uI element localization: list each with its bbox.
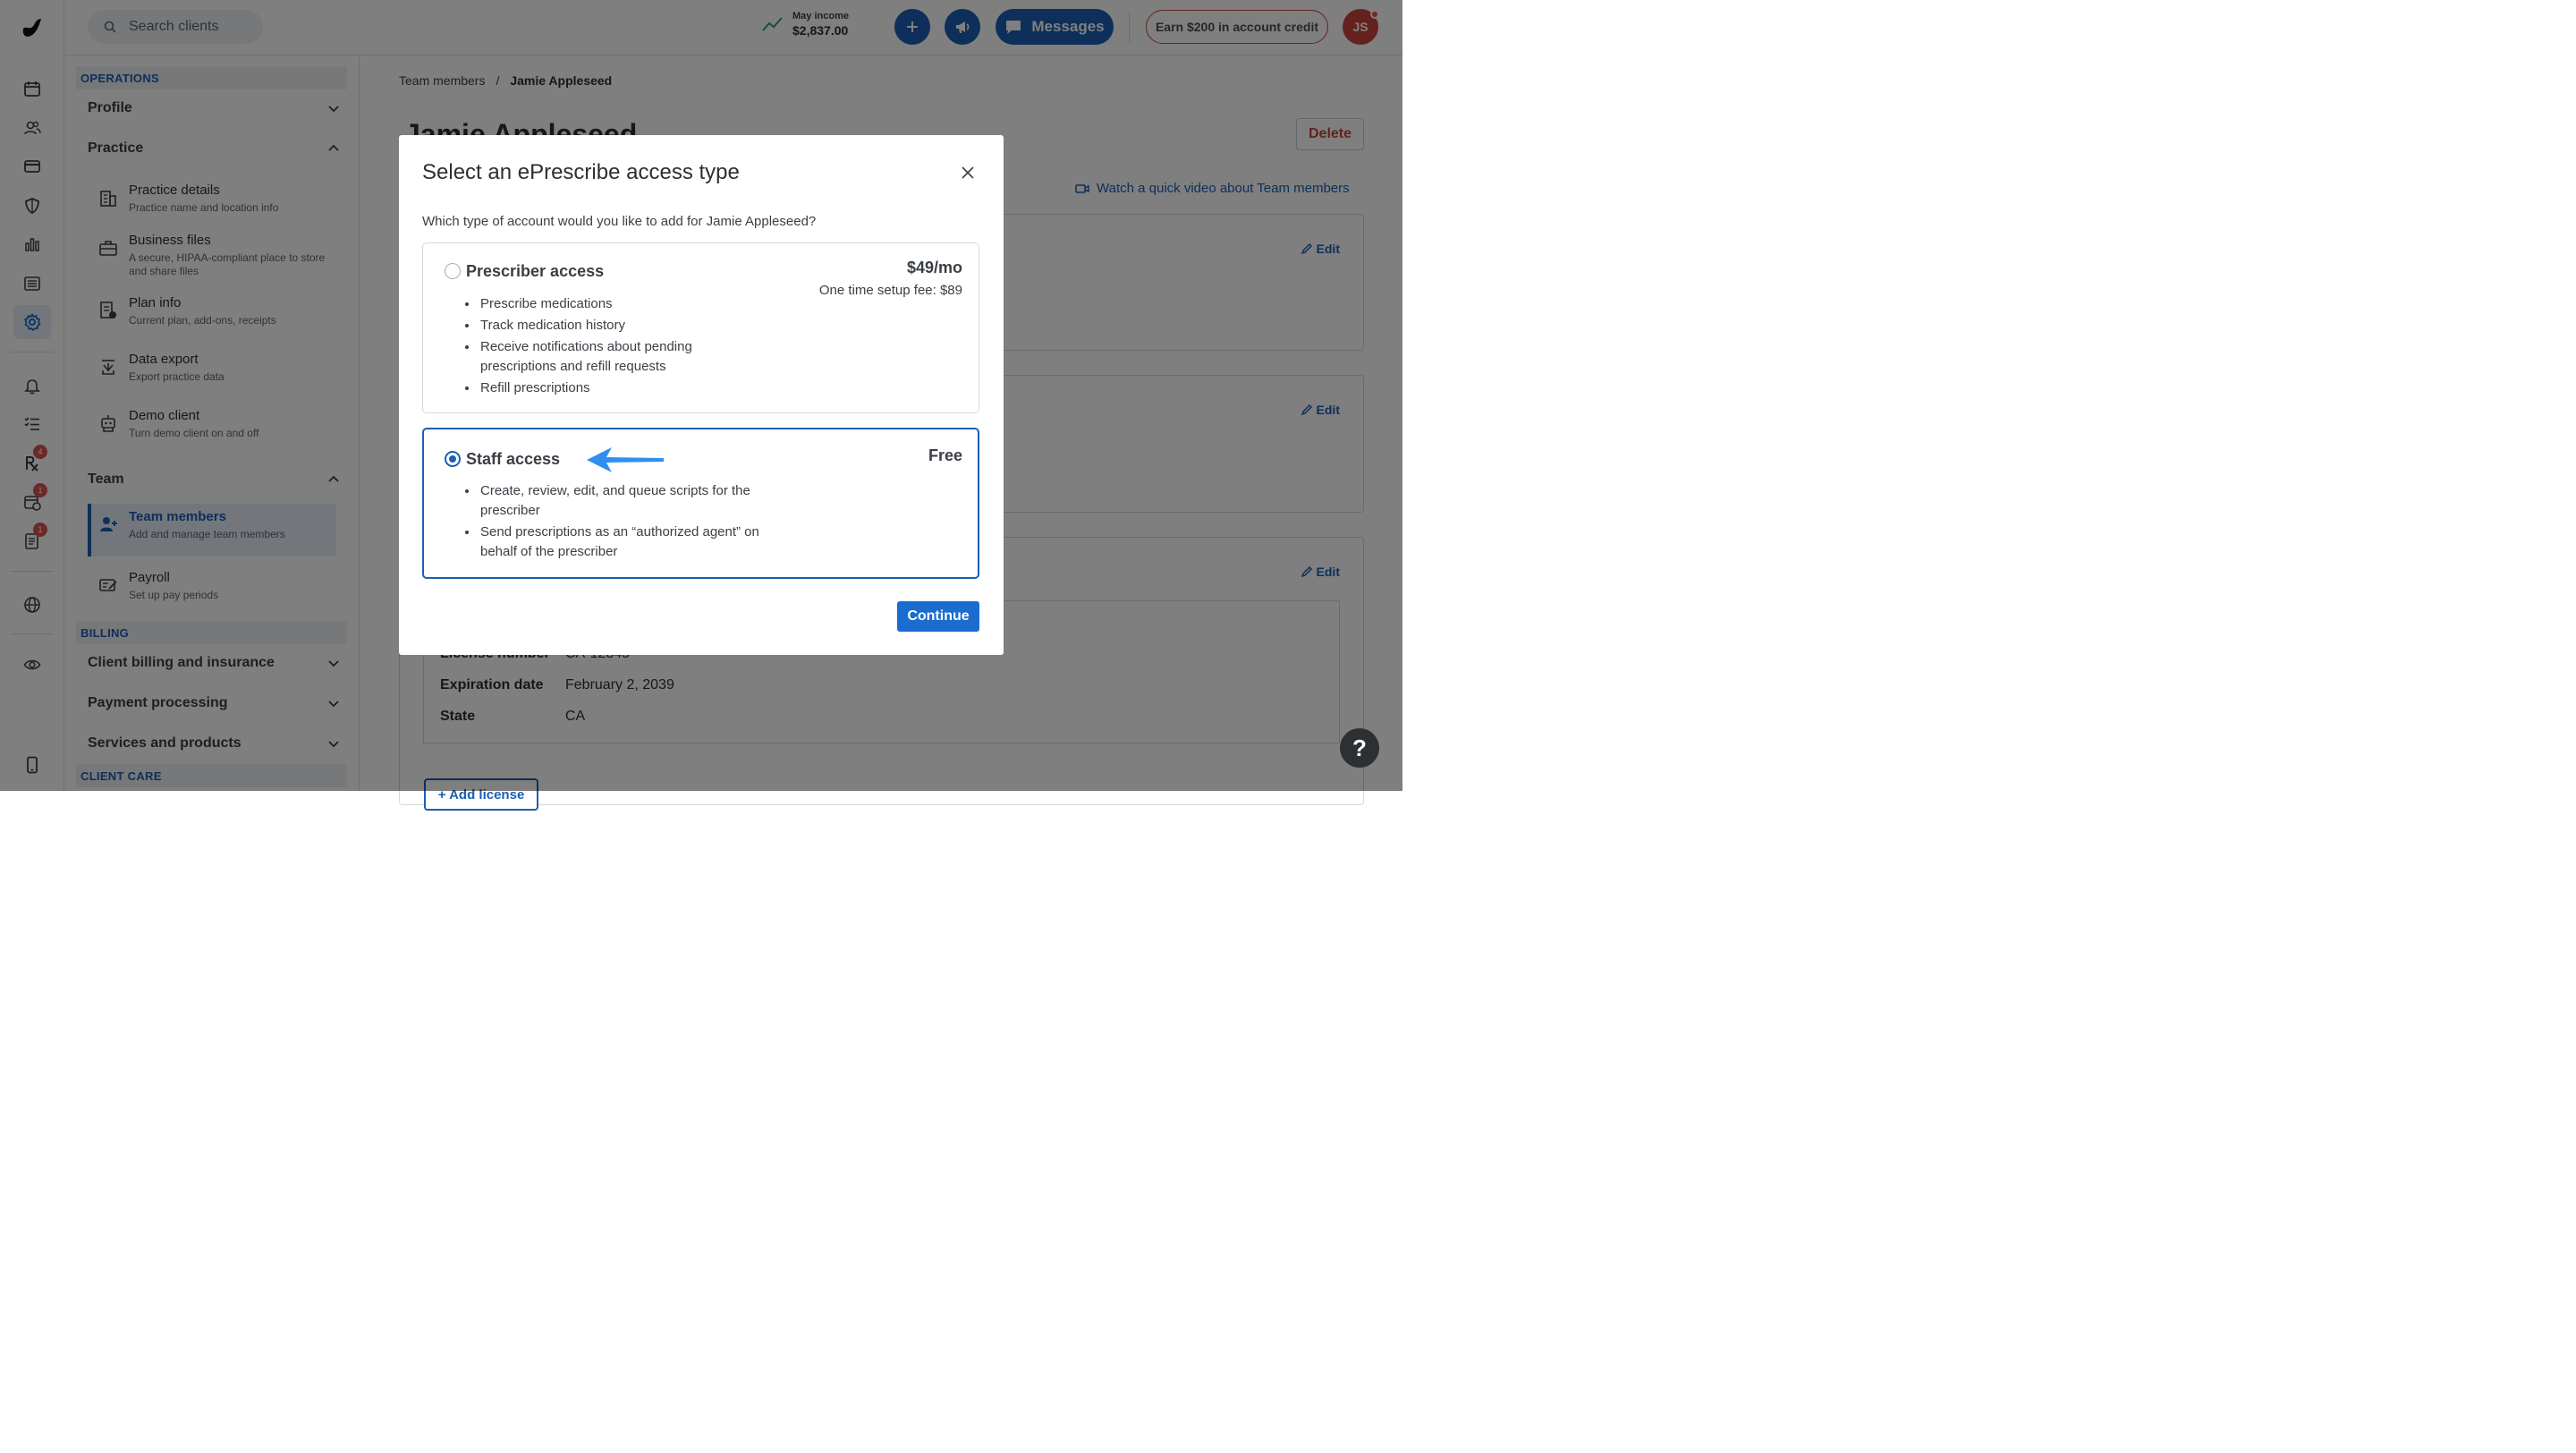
staff-access-option[interactable]: Staff access Free Create, review, edit, … (422, 428, 979, 579)
continue-button[interactable]: Continue (897, 601, 979, 632)
feature-item: Send prescriptions as an “authorized age… (479, 523, 779, 562)
close-icon (962, 166, 974, 179)
pointer-arrow-icon (587, 447, 664, 472)
option-setup-fee: One time setup fee: $89 (818, 283, 962, 298)
option-price: Free (928, 446, 962, 464)
option-name: Staff access (466, 450, 561, 468)
option-name: Prescriber access (466, 262, 605, 280)
feature-item: Refill prescriptions (479, 378, 734, 398)
modal-title: Select an ePrescribe access type (422, 160, 740, 184)
feature-item: Track medication history (479, 316, 734, 336)
eprescribe-access-modal: Select an ePrescribe access type Which t… (399, 135, 1004, 655)
feature-item: Receive notifications about pending pres… (479, 337, 734, 377)
prescriber-access-radio[interactable] (445, 263, 461, 279)
prescriber-access-option[interactable]: Prescriber access $49/mo One time setup … (422, 242, 979, 413)
close-button[interactable] (961, 166, 975, 180)
staff-feature-list: Create, review, edit, and queue scripts … (466, 481, 779, 564)
staff-access-radio[interactable] (445, 451, 461, 467)
feature-item: Prescribe medications (479, 294, 734, 314)
modal-question: Which type of account would you like to … (422, 214, 817, 229)
option-price: $49/mo (906, 259, 962, 276)
feature-item: Create, review, edit, and queue scripts … (479, 481, 779, 521)
prescriber-feature-list: Prescribe medications Track medication h… (466, 294, 734, 400)
help-button[interactable]: ? (1340, 728, 1379, 768)
